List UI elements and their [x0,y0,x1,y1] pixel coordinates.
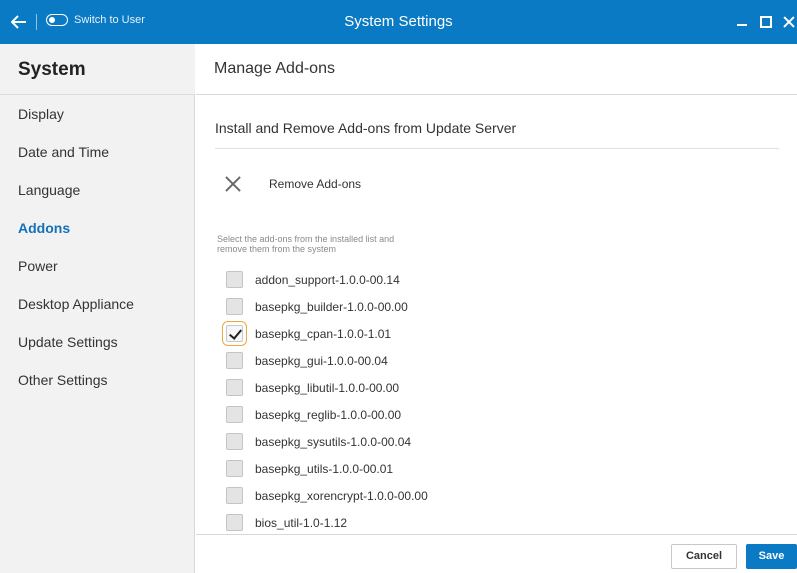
addon-label: basepkg_reglib-1.0.0-00.00 [255,407,402,422]
list-item: basepkg_builder-1.0.0-00.00 [216,293,776,320]
sidebar-item-label: Language [18,182,81,198]
list-item: basepkg_sysutils-1.0.0-00.04 [216,428,776,455]
addon-checkbox[interactable] [226,433,243,450]
addon-label: basepkg_libutil-1.0.0-00.00 [255,380,400,395]
save-button[interactable]: Save [746,544,797,569]
sidebar-item-update-settings[interactable]: Update Settings [0,323,195,361]
addon-label: addon_support-1.0.0-00.14 [255,272,400,287]
close-icon[interactable] [781,12,795,32]
sidebar-item-addons[interactable]: Addons [0,209,195,247]
sidebar-item-display[interactable]: Display [0,95,195,133]
sidebar-nav: Display Date and Time Language Addons Power D… [0,95,195,399]
addon-label: basepkg_xorencrypt-1.0.0-00.00 [255,488,428,503]
addon-label: basepkg_utils-1.0.0-00.01 [255,461,394,476]
sidebar-item-other-settings[interactable]: Other Settings [0,361,195,399]
sidebar-item-label: Power [18,258,58,274]
sidebar-title: System [0,44,195,95]
addon-checkbox[interactable] [226,379,243,396]
main-panel: Manage Add-ons Install and Remove Add-on… [196,44,797,573]
section-title: Install and Remove Add-ons from Update S… [215,120,517,136]
addon-checkbox[interactable] [226,271,243,288]
list-item: bios_util-1.0-1.12 [216,509,776,536]
sidebar-item-date-and-time[interactable]: Date and Time [0,133,195,171]
page-title: Manage Add-ons [196,44,797,95]
addon-checkbox[interactable] [226,460,243,477]
section-divider [215,148,779,149]
title-bar: Switch to User System Settings [0,0,797,44]
addon-checkbox[interactable] [226,514,243,531]
list-item: addon_support-1.0.0-00.14 [216,266,776,293]
addon-label: bios_util-1.0-1.12 [255,515,348,530]
list-item: basepkg_libutil-1.0.0-00.00 [216,374,776,401]
addon-list: addon_support-1.0.0-00.14 basepkg_builder… [216,266,776,536]
footer: Cancel Save [196,534,797,573]
list-item: basepkg_gui-1.0.0-00.04 [216,347,776,374]
cancel-button[interactable]: Cancel [671,544,737,569]
list-item: basepkg_xorencrypt-1.0.0-00.00 [216,482,776,509]
list-item: basepkg_reglib-1.0.0-00.00 [216,401,776,428]
remove-addons-label: Remove Add-ons [269,177,362,191]
list-item: basepkg_cpan-1.0.0-1.01 [216,320,776,347]
addon-label: basepkg_gui-1.0.0-00.04 [255,353,388,368]
minimize-icon[interactable] [737,12,749,28]
sidebar-item-label: Desktop Appliance [18,296,134,312]
hint-text: Select the add-ons from the installed li… [217,234,395,254]
sidebar-item-label: Update Settings [18,334,118,350]
sidebar-item-label: Date and Time [18,144,110,160]
close-icon [224,175,242,193]
sidebar-item-label: Display [18,106,64,122]
addon-label: basepkg_sysutils-1.0.0-00.04 [255,434,412,449]
sidebar-item-desktop-appliance[interactable]: Desktop Appliance [0,285,195,323]
list-item: basepkg_utils-1.0.0-00.01 [216,455,776,482]
window-title: System Settings [344,13,453,30]
sidebar-item-power[interactable]: Power [0,247,195,285]
addon-checkbox[interactable] [226,406,243,423]
sidebar-item-label: Addons [18,220,71,236]
addon-checkbox[interactable] [222,321,247,346]
sidebar-item-language[interactable]: Language [0,171,195,209]
addon-checkbox[interactable] [226,352,243,369]
sidebar-item-label: Other Settings [18,372,108,388]
sidebar: System Display Date and Time Language Addon… [0,44,195,573]
addon-label: basepkg_builder-1.0.0-00.00 [255,299,408,314]
addon-label: basepkg_cpan-1.0.0-1.01 [255,326,392,341]
addon-checkbox[interactable] [226,298,243,315]
remove-addons-button[interactable]: Remove Add-ons [224,175,361,193]
maximize-icon[interactable] [760,16,772,28]
addon-checkbox[interactable] [226,487,243,504]
